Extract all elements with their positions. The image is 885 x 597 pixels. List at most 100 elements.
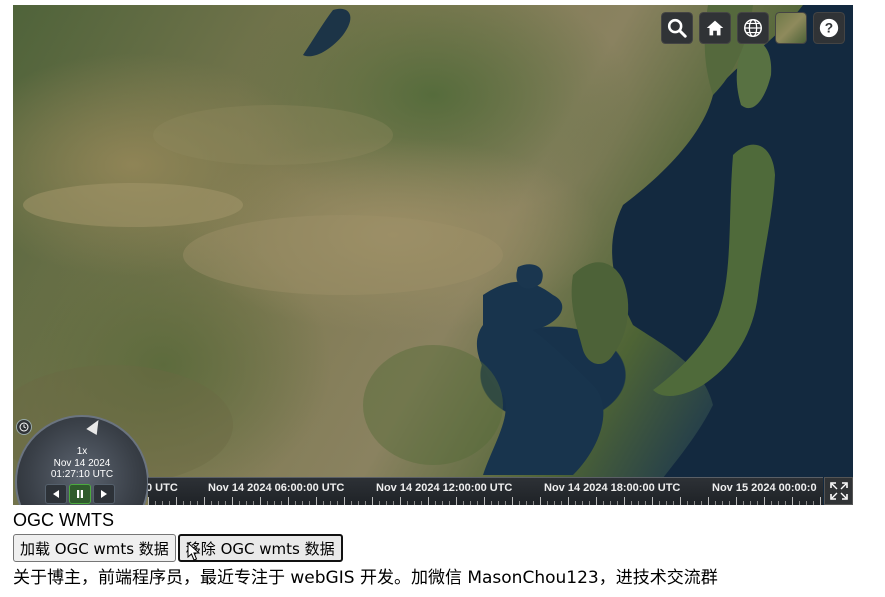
globe-icon[interactable] bbox=[737, 12, 769, 44]
timeline-label: 0 UTC bbox=[148, 482, 178, 494]
svg-text:?: ? bbox=[825, 21, 833, 36]
timeline-tick bbox=[617, 501, 618, 505]
load-wmts-button[interactable]: 加载 OGC wmts 数据 bbox=[13, 534, 176, 562]
timeline-tick bbox=[680, 497, 681, 505]
timeline-tick bbox=[512, 497, 513, 505]
timeline-tick bbox=[463, 501, 464, 505]
timeline-tick bbox=[316, 497, 317, 505]
timeline-tick bbox=[729, 501, 730, 505]
timeline-tick bbox=[351, 501, 352, 505]
timeline-tick bbox=[715, 501, 716, 505]
timeline-tick bbox=[806, 501, 807, 505]
timeline-tick bbox=[330, 501, 331, 505]
timeline-tick bbox=[148, 497, 149, 505]
timeline-tick bbox=[575, 501, 576, 505]
home-icon[interactable] bbox=[699, 12, 731, 44]
timeline-tick bbox=[428, 497, 429, 505]
timeline-tick bbox=[589, 501, 590, 505]
timeline-tick bbox=[176, 497, 177, 505]
timeline-tick bbox=[372, 497, 373, 505]
play-forward-icon[interactable] bbox=[93, 484, 115, 504]
animation-date: Nov 14 2024 bbox=[53, 458, 111, 469]
timeline-tick bbox=[302, 501, 303, 505]
timeline-tick bbox=[785, 501, 786, 505]
timeline-tick bbox=[771, 501, 772, 505]
timeline-tick bbox=[435, 501, 436, 505]
animation-time: 01:27:10 UTC bbox=[50, 469, 114, 480]
timeline-tick bbox=[344, 497, 345, 505]
timeline-tick bbox=[470, 501, 471, 505]
timeline-tick bbox=[393, 501, 394, 505]
help-icon[interactable]: ? bbox=[813, 12, 845, 44]
timeline-tick bbox=[232, 497, 233, 505]
timeline-label: Nov 15 2024 00:00:0 bbox=[712, 482, 817, 494]
timeline-tick bbox=[225, 501, 226, 505]
timeline-tick bbox=[603, 501, 604, 505]
remove-wmts-button[interactable]: 移除 OGC wmts 数据 bbox=[177, 534, 343, 562]
timeline-tick bbox=[610, 501, 611, 505]
timeline-tick bbox=[260, 497, 261, 505]
animation-widget: 1x Nov 14 2024 01:27:10 UTC bbox=[15, 415, 151, 505]
timeline-tick bbox=[253, 501, 254, 505]
timeline-tick bbox=[295, 501, 296, 505]
timeline-tick bbox=[778, 501, 779, 505]
timeline-label: Nov 14 2024 06:00:00 UTC bbox=[208, 482, 345, 494]
timeline-tick bbox=[624, 497, 625, 505]
imagery-layer-icon[interactable] bbox=[775, 12, 807, 44]
timeline-tick bbox=[379, 501, 380, 505]
timeline-tick bbox=[162, 501, 163, 505]
timeline-tick bbox=[533, 501, 534, 505]
timeline-tick bbox=[596, 497, 597, 505]
page-title: OGC WMTS bbox=[13, 510, 114, 530]
timeline-tick bbox=[547, 501, 548, 505]
timeline-tick bbox=[645, 501, 646, 505]
timeline-tick bbox=[568, 497, 569, 505]
action-buttons: 加载 OGC wmts 数据 移除 OGC wmts 数据 bbox=[13, 534, 343, 562]
timeline-tick bbox=[239, 501, 240, 505]
timeline-tick bbox=[554, 501, 555, 505]
timeline-tick bbox=[491, 501, 492, 505]
timeline-tick bbox=[631, 501, 632, 505]
timeline-tick bbox=[246, 501, 247, 505]
play-reverse-icon[interactable] bbox=[45, 484, 67, 504]
timeline-tick bbox=[288, 497, 289, 505]
search-icon[interactable] bbox=[661, 12, 693, 44]
timeline-tick bbox=[484, 497, 485, 505]
timeline-tick bbox=[736, 497, 737, 505]
about-text: 关于博主，前端程序员，最近专注于 webGIS 开发。加微信 MasonChou… bbox=[13, 568, 718, 588]
timeline-tick bbox=[799, 501, 800, 505]
timeline-tick bbox=[757, 501, 758, 505]
timeline-tick bbox=[561, 501, 562, 505]
timeline-tick bbox=[358, 501, 359, 505]
timeline-tick bbox=[792, 497, 793, 505]
timeline-tick bbox=[659, 501, 660, 505]
timeline-tick bbox=[218, 501, 219, 505]
timeline-tick bbox=[267, 501, 268, 505]
timeline-tick bbox=[456, 497, 457, 505]
timeline-tick bbox=[449, 501, 450, 505]
animation-speed: 1x bbox=[76, 446, 88, 457]
timeline-tick bbox=[204, 497, 205, 505]
timeline-tick bbox=[386, 501, 387, 505]
timeline-tick bbox=[477, 501, 478, 505]
timeline-tick bbox=[673, 501, 674, 505]
timeline-tick bbox=[400, 497, 401, 505]
timeline-tick bbox=[274, 501, 275, 505]
timeline-tick bbox=[498, 501, 499, 505]
timeline-tick bbox=[211, 501, 212, 505]
timeline-tick bbox=[722, 501, 723, 505]
timeline-tick bbox=[442, 501, 443, 505]
timeline-tick bbox=[743, 501, 744, 505]
timeline-tick bbox=[708, 497, 709, 505]
cesium-viewer[interactable]: ? 1x Nov 14 2024 01:27:10 UTC 0 UTC Nov 1… bbox=[13, 5, 853, 505]
pause-icon[interactable] bbox=[69, 484, 91, 504]
timeline-tick bbox=[414, 501, 415, 505]
timeline[interactable]: 0 UTC Nov 14 2024 06:00:00 UTC Nov 14 2024… bbox=[148, 477, 823, 505]
fullscreen-icon[interactable] bbox=[824, 477, 853, 505]
timeline-tick bbox=[505, 501, 506, 505]
timeline-tick bbox=[190, 501, 191, 505]
timeline-tick bbox=[666, 501, 667, 505]
timeline-tick bbox=[309, 501, 310, 505]
animation-controls bbox=[45, 484, 115, 504]
timeline-tick bbox=[519, 501, 520, 505]
